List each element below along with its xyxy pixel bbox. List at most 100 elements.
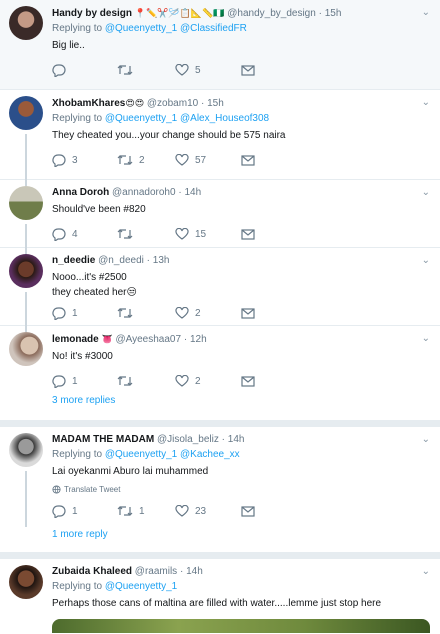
chevron-down-icon[interactable]: ⌄ [422, 7, 430, 18]
timestamp[interactable]: 14h [186, 566, 203, 577]
chevron-down-icon[interactable]: ⌄ [422, 566, 430, 577]
like-button[interactable]: 2 [175, 375, 241, 387]
like-button[interactable]: 2 [175, 307, 241, 319]
display-name[interactable]: XhobamKhares [52, 98, 125, 109]
chevron-down-icon[interactable]: ⌄ [422, 333, 430, 344]
avatar[interactable] [9, 96, 43, 130]
like-button[interactable]: 15 [175, 228, 241, 240]
retweet-button[interactable] [117, 228, 175, 240]
tweet-text-line-2: they cheated her😒 [52, 287, 137, 298]
mention-link[interactable]: @Queenyetty_1 [105, 449, 177, 460]
heart-icon [175, 64, 189, 76]
thread-line [25, 471, 27, 527]
envelope-icon [241, 375, 255, 387]
mention-link[interactable]: @Kachee_xx [180, 449, 240, 460]
separator-dot: · [178, 187, 182, 198]
display-name[interactable]: Handy by design [52, 8, 132, 19]
reply-button[interactable]: 4 [52, 227, 117, 241]
user-handle[interactable]: @annadoroh0 [112, 187, 176, 198]
dm-button[interactable] [241, 154, 255, 166]
reply-button[interactable]: 1 [52, 504, 117, 518]
envelope-icon [241, 228, 255, 240]
tweet-xhobam[interactable]: ⌄ XhobamKhares😍😍 @zobam10 · 15h Replying… [0, 90, 440, 181]
heart-icon [175, 154, 189, 166]
replying-to-label: Replying to [52, 449, 103, 460]
translate-tweet-link[interactable]: Translate Tweet [52, 485, 430, 494]
dm-button[interactable] [241, 375, 255, 387]
tweet-n-deedie[interactable]: ⌄ n_deedie @n_deedi · 13h Nooo...it's #2… [0, 246, 440, 327]
replying-to: Replying to @Queenyetty_1 @ClassifiedFR [52, 22, 430, 36]
tweet-zubaida[interactable]: ⌄ Zubaida Khaleed @raamils · 14h Replyin… [0, 559, 440, 634]
like-button[interactable]: 23 [175, 505, 241, 517]
mention-link[interactable]: @Queenyetty_1 [105, 23, 177, 34]
avatar[interactable] [9, 433, 43, 467]
display-name[interactable]: n_deedie [52, 255, 95, 266]
avatar[interactable] [9, 254, 43, 288]
dm-button[interactable] [241, 64, 255, 76]
tweet-text: Lai oyekanmi Aburo lai muhammed [52, 466, 209, 477]
retweet-button[interactable] [117, 375, 175, 387]
tweet-text: Nooo...it's #2500 [52, 272, 127, 283]
retweet-icon [117, 65, 133, 75]
like-count: 23 [195, 505, 207, 517]
mention-link[interactable]: @Queenyetty_1 [105, 113, 177, 124]
tweet-actions: 4 15 [52, 223, 430, 245]
timestamp[interactable]: 15h [207, 98, 224, 109]
display-name[interactable]: Zubaida Khaleed [52, 566, 132, 577]
reply-button[interactable]: 1 [52, 374, 117, 388]
display-name[interactable]: lemonade [52, 334, 99, 345]
heart-icon [175, 375, 189, 387]
tweet-header: n_deedie @n_deedi · 13h [52, 254, 430, 268]
mention-link[interactable]: @ClassifiedFR [180, 23, 247, 34]
dm-button[interactable] [241, 307, 255, 319]
retweet-button[interactable]: 2 [117, 154, 175, 166]
dm-button[interactable] [241, 228, 255, 240]
chevron-down-icon[interactable]: ⌄ [422, 97, 430, 108]
user-handle[interactable]: @zobam10 [147, 98, 198, 109]
like-button[interactable]: 57 [175, 154, 241, 166]
chevron-down-icon[interactable]: ⌄ [422, 434, 430, 445]
tweet-header: XhobamKhares😍😍 @zobam10 · 15h [52, 96, 430, 111]
user-handle[interactable]: @n_deedi [98, 255, 144, 266]
avatar[interactable] [9, 332, 43, 366]
reply-button[interactable]: 1 [52, 306, 117, 320]
tweet-text: Should've been #820 [52, 204, 146, 215]
show-more-replies-link[interactable]: 1 more reply [0, 525, 440, 553]
tweet-actions: 1 2 [52, 370, 430, 392]
reply-button[interactable]: 3 [52, 153, 117, 167]
mention-link[interactable]: @Queenyetty_1 [105, 581, 177, 592]
tweet-anna[interactable]: ⌄ Anna Doroh @annadoroh0 · 14h Should've… [0, 178, 440, 249]
timestamp[interactable]: 15h [325, 8, 342, 19]
display-name[interactable]: MADAM THE MADAM [52, 434, 154, 445]
retweet-button[interactable]: 1 [117, 505, 175, 517]
user-handle[interactable]: @raamils [135, 566, 177, 577]
tweet-lemonade[interactable]: ⌄ lemonade 👅 @Ayeeshaa07 · 12h No! it's … [0, 324, 440, 392]
show-more-replies-link[interactable]: 3 more replies [0, 391, 440, 421]
retweet-button[interactable] [117, 64, 175, 76]
user-handle[interactable]: @handy_by_design [227, 8, 316, 19]
envelope-icon [241, 64, 255, 76]
display-name[interactable]: Anna Doroh [52, 187, 109, 198]
dm-button[interactable] [241, 505, 255, 517]
media-image-preview[interactable] [52, 619, 430, 633]
timestamp[interactable]: 14h [228, 434, 245, 445]
timestamp[interactable]: 13h [153, 255, 170, 266]
user-handle[interactable]: @Jisola_beliz [157, 434, 219, 445]
tweet-madam[interactable]: ⌄ MADAM THE MADAM @Jisola_beliz · 14h Re… [0, 427, 440, 527]
mention-link[interactable]: @Alex_Houseof308 [180, 113, 269, 124]
translate-label: Translate Tweet [64, 485, 121, 494]
timestamp[interactable]: 14h [184, 187, 201, 198]
tweet-handy[interactable]: ⌄ Handy by design 📍✏️✂️🪡📋📐📏🇳🇬 @handy_by_… [0, 0, 440, 90]
avatar[interactable] [9, 565, 43, 599]
timestamp[interactable]: 12h [190, 334, 207, 345]
reply-button[interactable] [52, 63, 117, 77]
tweet-actions: 1 1 23 [52, 500, 430, 522]
like-button[interactable]: 5 [175, 64, 241, 76]
chevron-down-icon[interactable]: ⌄ [422, 187, 430, 198]
avatar[interactable] [9, 6, 43, 40]
avatar[interactable] [9, 186, 43, 220]
thread-line [25, 246, 27, 254]
chevron-down-icon[interactable]: ⌄ [422, 255, 430, 266]
user-handle[interactable]: @Ayeeshaa07 [115, 334, 181, 345]
retweet-button[interactable] [117, 307, 175, 319]
